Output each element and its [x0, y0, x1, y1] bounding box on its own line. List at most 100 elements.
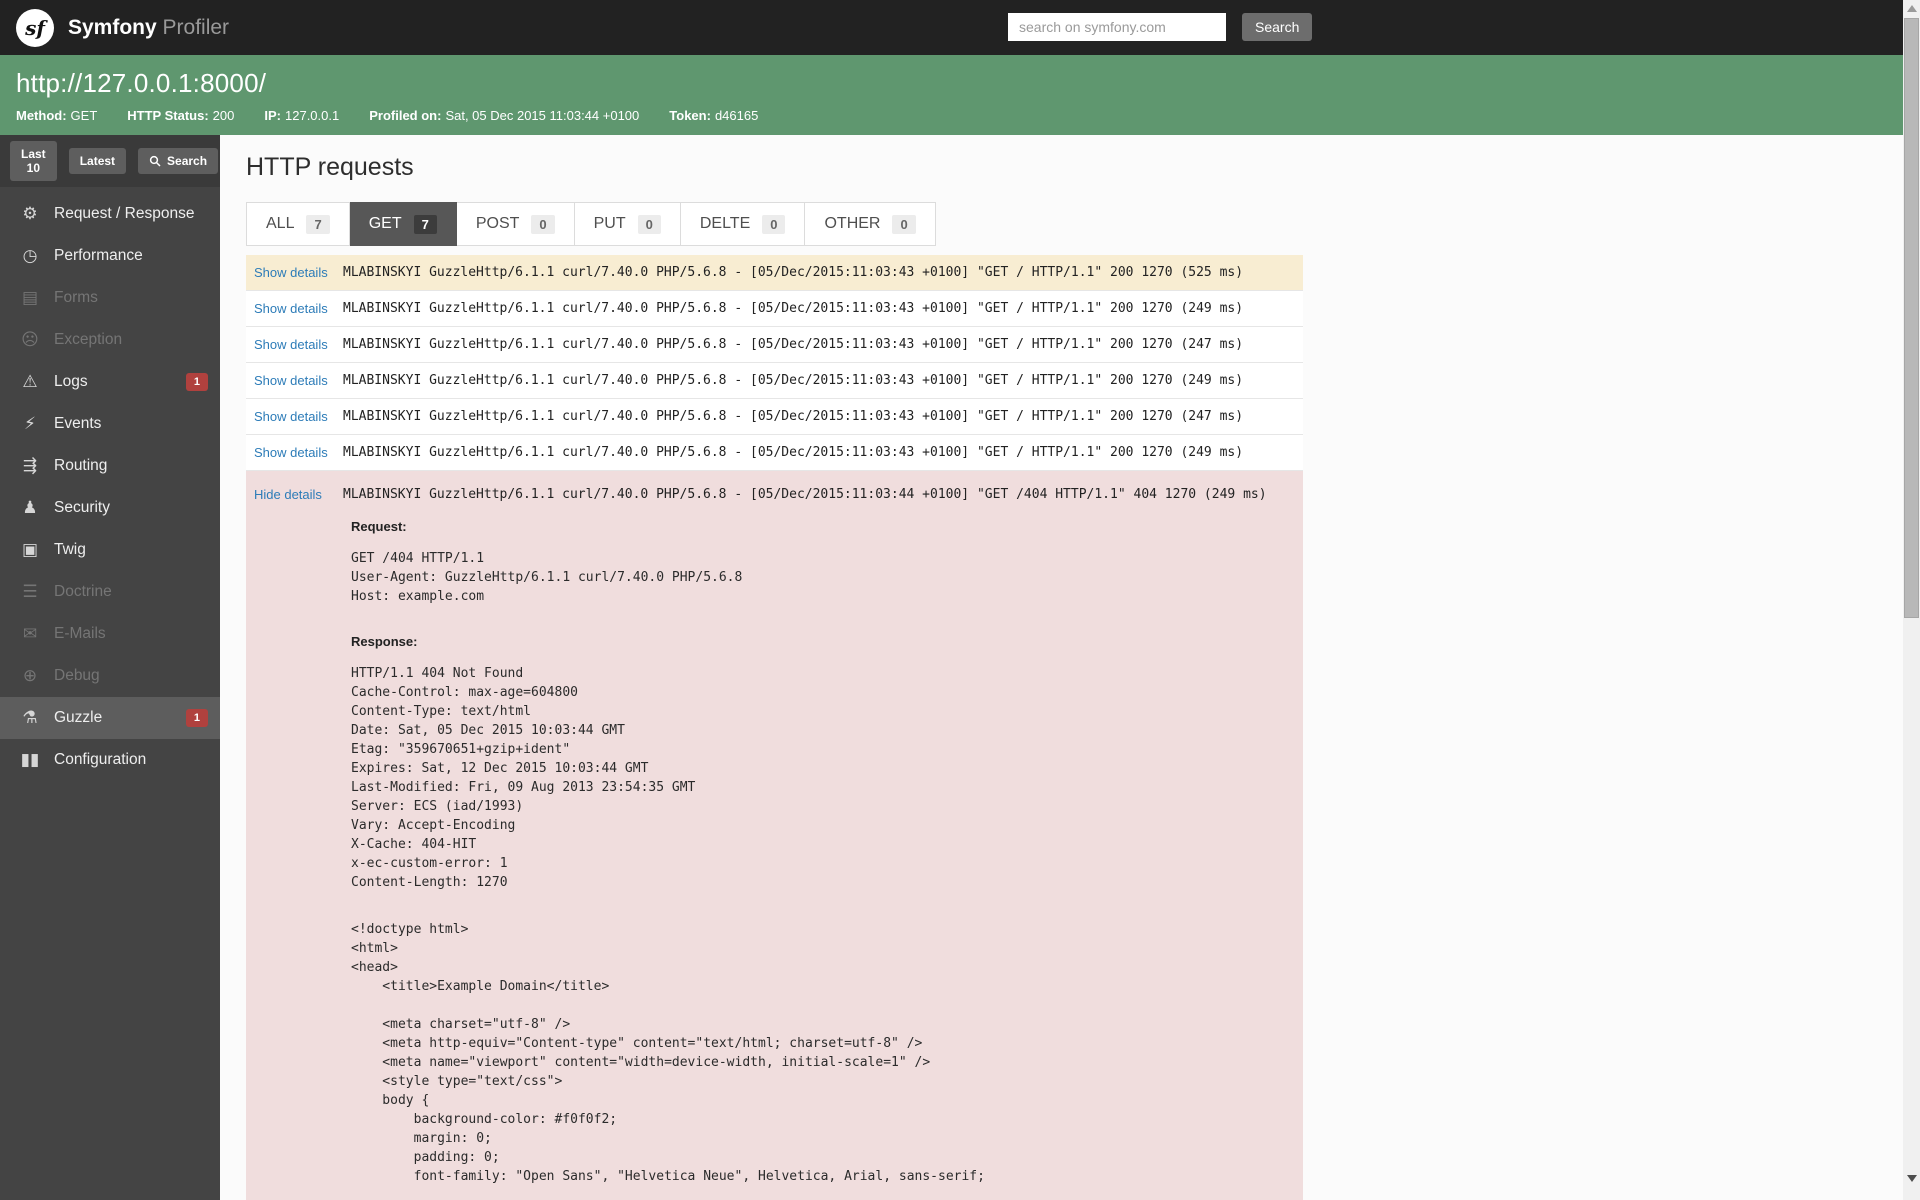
- request-row: Show detailsMLABINSKYI GuzzleHttp/6.1.1 …: [246, 435, 1303, 471]
- response-headers-raw: HTTP/1.1 404 Not Found Cache-Control: ma…: [351, 664, 1303, 892]
- sidebar-menu: ⚙Request / Response ◷Performance ▤Forms …: [0, 187, 220, 781]
- meta-token: Token:d46165: [669, 108, 758, 123]
- show-details-link[interactable]: Show details: [246, 301, 343, 316]
- tab-all-count: 7: [306, 215, 329, 234]
- meta-http-status: HTTP Status:200: [127, 108, 234, 123]
- meta-method: Method:GET: [16, 108, 97, 123]
- symfony-logo-icon: sf: [16, 9, 54, 47]
- sidebar-item-performance[interactable]: ◷Performance: [0, 235, 220, 277]
- envelope-icon: ✉: [18, 624, 42, 644]
- hide-details-link[interactable]: Hide details: [246, 487, 343, 502]
- sidebar: Last 10 Latest Search ⚙Request / Respons…: [0, 135, 220, 1200]
- sidebar-search-button[interactable]: Search: [138, 148, 218, 174]
- tab-post-count: 0: [531, 215, 554, 234]
- top-bar: sf Symfony Profiler Search: [0, 0, 1903, 55]
- request-log-line: MLABINSKYI GuzzleHttp/6.1.1 curl/7.40.0 …: [343, 373, 1243, 388]
- tab-get-count: 7: [414, 215, 437, 234]
- last-10-button[interactable]: Last 10: [10, 141, 57, 181]
- target-icon: ⊕: [18, 666, 42, 686]
- request-row: Show detailsMLABINSKYI GuzzleHttp/6.1.1 …: [246, 399, 1303, 435]
- request-log-line: MLABINSKYI GuzzleHttp/6.1.1 curl/7.40.0 …: [343, 265, 1243, 280]
- request-log-line: MLABINSKYI GuzzleHttp/6.1.1 curl/7.40.0 …: [343, 301, 1243, 316]
- tab-get[interactable]: GET7: [350, 202, 457, 246]
- log-book-icon: ⚠: [18, 372, 42, 392]
- show-details-link[interactable]: Show details: [246, 337, 343, 352]
- app-title-secondary: Profiler: [163, 16, 230, 39]
- sidebar-item-emails: ✉E-Mails: [0, 613, 220, 655]
- gears-icon: ⚙: [18, 204, 42, 224]
- tab-all[interactable]: ALL7: [246, 202, 350, 246]
- sidebar-item-events[interactable]: ⚡Events: [0, 403, 220, 445]
- request-heading: Request:: [351, 519, 1303, 534]
- app-title-primary: Symfony: [68, 16, 157, 39]
- sidebar-item-logs[interactable]: ⚠Logs1: [0, 361, 220, 403]
- guzzle-count-badge: 1: [186, 709, 208, 727]
- latest-button[interactable]: Latest: [69, 148, 126, 174]
- scroll-down-arrow-icon[interactable]: [1907, 1175, 1917, 1182]
- logs-count-badge: 1: [186, 373, 208, 391]
- request-detail: Request: GET /404 HTTP/1.1 User-Agent: G…: [351, 507, 1303, 1200]
- request-row: Show detailsMLABINSKYI GuzzleHttp/6.1.1 …: [246, 327, 1303, 363]
- response-body-raw: <!doctype html> <html> <head> <title>Exa…: [351, 920, 1303, 1200]
- profiled-url: http://127.0.0.1:8000/: [16, 68, 1887, 99]
- sidebar-item-exception: ☹Exception: [0, 319, 220, 361]
- sidebar-item-twig[interactable]: ▣Twig: [0, 529, 220, 571]
- sidebar-item-doctrine: ☰Doctrine: [0, 571, 220, 613]
- main-content: HTTP requests ALL7 GET7 POST0 PUT0 DELTE…: [220, 135, 1903, 1200]
- tab-other-count: 0: [892, 215, 915, 234]
- request-row: Show detailsMLABINSKYI GuzzleHttp/6.1.1 …: [246, 255, 1303, 291]
- search-icon: [149, 155, 161, 167]
- scroll-up-arrow-icon[interactable]: [1907, 5, 1917, 12]
- request-row: Show detailsMLABINSKYI GuzzleHttp/6.1.1 …: [246, 363, 1303, 399]
- sidebar-actions: Last 10 Latest Search: [0, 135, 220, 187]
- tab-delte-count: 0: [762, 215, 785, 234]
- tab-other[interactable]: OTHER0: [805, 202, 935, 246]
- meta-ip: IP:127.0.0.1: [264, 108, 339, 123]
- gas-pump-icon: ⚗: [18, 708, 42, 728]
- app-title: Symfony Profiler: [68, 16, 229, 40]
- expanded-request-row: Hide details MLABINSKYI GuzzleHttp/6.1.1…: [246, 471, 1303, 1200]
- tab-put-count: 0: [638, 215, 661, 234]
- broadcast-icon: ⚡: [18, 414, 42, 434]
- show-details-link[interactable]: Show details: [246, 409, 343, 424]
- sidebar-item-configuration[interactable]: ▮▮Configuration: [0, 739, 220, 781]
- request-row: Show detailsMLABINSKYI GuzzleHttp/6.1.1 …: [246, 291, 1303, 327]
- database-icon: ☰: [18, 582, 42, 602]
- show-details-link[interactable]: Show details: [246, 373, 343, 388]
- request-raw: GET /404 HTTP/1.1 User-Agent: GuzzleHttp…: [351, 549, 1303, 606]
- request-log-line: MLABINSKYI GuzzleHttp/6.1.1 curl/7.40.0 …: [343, 445, 1243, 460]
- search-button[interactable]: Search: [1242, 13, 1312, 41]
- page-title: HTTP requests: [246, 153, 1903, 182]
- sidebar-item-routing[interactable]: ⇶Routing: [0, 445, 220, 487]
- search-input[interactable]: [1008, 13, 1226, 41]
- method-tabs: ALL7 GET7 POST0 PUT0 DELTE0 OTHER0: [246, 202, 1903, 246]
- request-list: Show detailsMLABINSKYI GuzzleHttp/6.1.1 …: [246, 255, 1303, 1200]
- show-details-link[interactable]: Show details: [246, 445, 343, 460]
- show-details-link[interactable]: Show details: [246, 265, 343, 280]
- sidebar-item-request-response[interactable]: ⚙Request / Response: [0, 193, 220, 235]
- signpost-icon: ⇶: [18, 456, 42, 476]
- tab-post[interactable]: POST0: [457, 202, 575, 246]
- request-log-line: MLABINSKYI GuzzleHttp/6.1.1 curl/7.40.0 …: [343, 409, 1243, 424]
- profile-header: http://127.0.0.1:8000/ Method:GET HTTP S…: [0, 55, 1903, 135]
- sidebar-item-debug: ⊕Debug: [0, 655, 220, 697]
- request-log-line: MLABINSKYI GuzzleHttp/6.1.1 curl/7.40.0 …: [343, 337, 1243, 352]
- person-icon: ♟: [18, 498, 42, 518]
- window-icon: ▣: [18, 540, 42, 560]
- response-heading: Response:: [351, 634, 1303, 649]
- tab-delte[interactable]: DELTE0: [681, 202, 806, 246]
- pills-icon: ▮▮: [18, 750, 42, 770]
- ghost-icon: ☹: [18, 330, 42, 350]
- vertical-scrollbar[interactable]: [1903, 0, 1920, 1200]
- tab-put[interactable]: PUT0: [575, 202, 681, 246]
- expanded-row-header: Hide details MLABINSKYI GuzzleHttp/6.1.1…: [246, 471, 1303, 507]
- topbar-search: Search: [1008, 13, 1312, 41]
- meta-profiled-on: Profiled on:Sat, 05 Dec 2015 11:03:44 +0…: [369, 108, 639, 123]
- request-log-line: MLABINSKYI GuzzleHttp/6.1.1 curl/7.40.0 …: [343, 487, 1267, 502]
- stopwatch-icon: ◷: [18, 246, 42, 266]
- sidebar-item-security[interactable]: ♟Security: [0, 487, 220, 529]
- scrollbar-thumb[interactable]: [1904, 18, 1919, 618]
- sidebar-item-guzzle[interactable]: ⚗Guzzle1: [0, 697, 220, 739]
- profile-meta: Method:GET HTTP Status:200 IP:127.0.0.1 …: [16, 108, 1887, 123]
- sidebar-item-forms: ▤Forms: [0, 277, 220, 319]
